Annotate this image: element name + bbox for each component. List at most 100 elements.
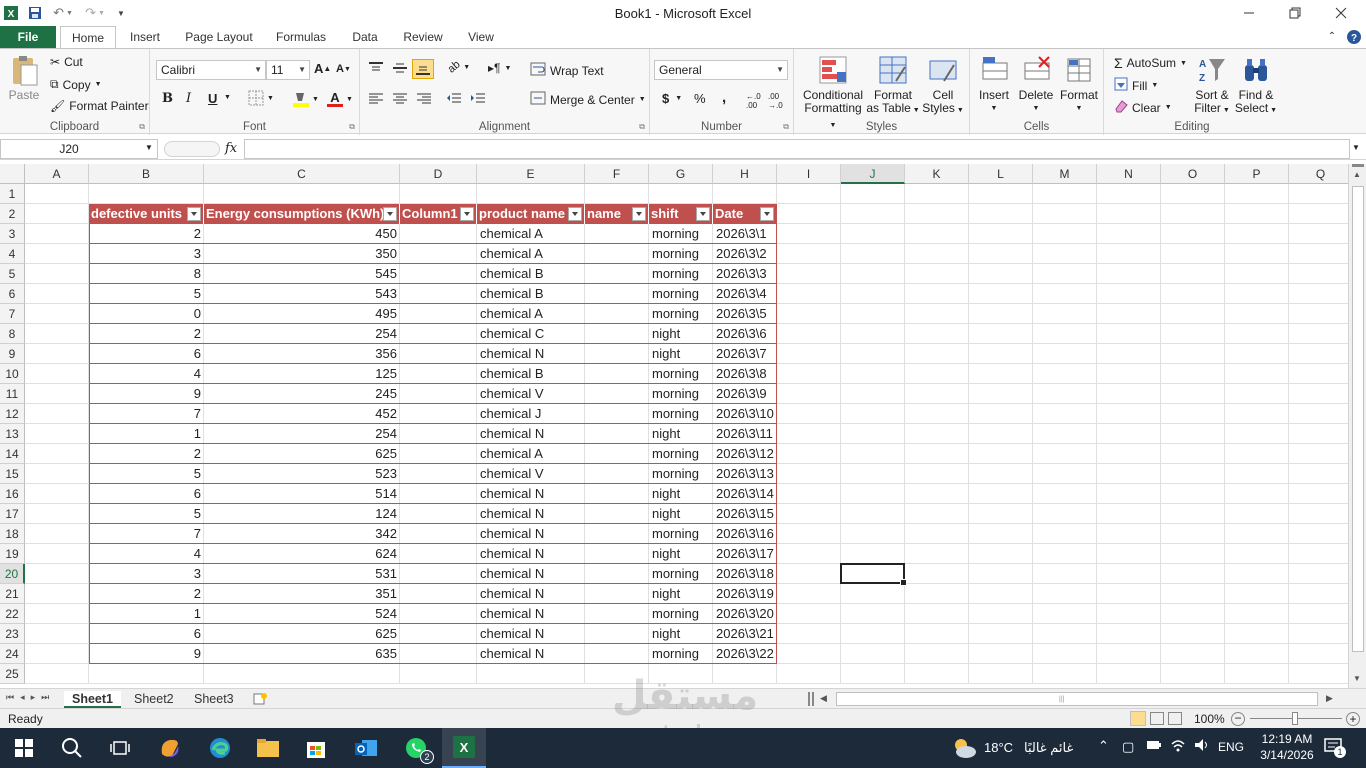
- table-cell[interactable]: 6: [89, 624, 204, 644]
- table-cell[interactable]: 2026\3\22: [713, 644, 777, 664]
- bottom-align-icon[interactable]: [412, 59, 434, 79]
- table-cell[interactable]: 8: [89, 264, 204, 284]
- row-header[interactable]: 25: [0, 664, 25, 684]
- row-header[interactable]: 1: [0, 184, 25, 204]
- table-cell[interactable]: night: [649, 324, 713, 344]
- currency-button[interactable]: $ ▼: [662, 91, 682, 106]
- table-cell[interactable]: 2026\3\7: [713, 344, 777, 364]
- table-cell[interactable]: chemical B: [477, 284, 585, 304]
- insert-cells-button[interactable]: Insert ▼: [974, 55, 1014, 115]
- row-header[interactable]: 23: [0, 624, 25, 644]
- help-icon[interactable]: ?: [1344, 26, 1364, 48]
- decrease-decimal-icon[interactable]: .00 →.0: [768, 92, 783, 110]
- battery-icon[interactable]: [1146, 739, 1162, 754]
- close-button[interactable]: [1318, 0, 1364, 26]
- excel-taskbar-button[interactable]: X: [442, 728, 486, 768]
- zoom-level[interactable]: 100%: [1194, 712, 1225, 726]
- underline-button[interactable]: U: [208, 91, 217, 106]
- table-cell[interactable]: 2: [89, 584, 204, 604]
- table-cell[interactable]: 2026\3\1: [713, 224, 777, 244]
- table-cell[interactable]: morning: [649, 304, 713, 324]
- table-cell[interactable]: 2026\3\10: [713, 404, 777, 424]
- search-icon[interactable]: [58, 734, 86, 762]
- table-cell[interactable]: morning: [649, 264, 713, 284]
- row-header[interactable]: 8: [0, 324, 25, 344]
- table-cell[interactable]: 524: [204, 604, 400, 624]
- spreadsheet-grid[interactable]: A B C D E F G H I J K L M N O P Q 1 2 3 4 5 6 7 8 9 10 11 12 13 14 15 16…: [0, 164, 1348, 688]
- table-cell[interactable]: 356: [204, 344, 400, 364]
- table-cell[interactable]: [585, 604, 649, 624]
- split-box[interactable]: [1352, 164, 1364, 167]
- column-header[interactable]: F: [585, 164, 649, 184]
- merge-center-button[interactable]: Merge & Center ▼: [530, 91, 646, 108]
- table-cell[interactable]: 514: [204, 484, 400, 504]
- tab-home[interactable]: Home: [60, 26, 116, 49]
- table-cell[interactable]: [585, 544, 649, 564]
- table-cell[interactable]: [585, 584, 649, 604]
- table-cell[interactable]: [400, 524, 477, 544]
- cut-button[interactable]: ✂ Cut: [50, 55, 83, 69]
- table-cell[interactable]: [585, 324, 649, 344]
- autosum-button[interactable]: Σ AutoSum ▼: [1114, 55, 1187, 71]
- table-cell[interactable]: chemical N: [477, 344, 585, 364]
- table-cell[interactable]: [400, 404, 477, 424]
- number-format-combo[interactable]: General ▼: [654, 60, 788, 80]
- table-cell[interactable]: 1: [89, 604, 204, 624]
- table-cell[interactable]: 350: [204, 244, 400, 264]
- increase-decimal-icon[interactable]: ←.0.00: [746, 92, 761, 110]
- decrease-indent-icon[interactable]: [446, 92, 462, 106]
- table-cell[interactable]: [400, 324, 477, 344]
- table-cell[interactable]: 2026\3\17: [713, 544, 777, 564]
- table-cell[interactable]: 0: [89, 304, 204, 324]
- table-cell[interactable]: 543: [204, 284, 400, 304]
- table-cell[interactable]: chemical C: [477, 324, 585, 344]
- tab-view[interactable]: View: [460, 26, 502, 48]
- orientation-icon[interactable]: ab ▼: [446, 58, 471, 75]
- table-cell[interactable]: [585, 244, 649, 264]
- tab-formulas[interactable]: Formulas: [270, 26, 332, 48]
- table-cell[interactable]: morning: [649, 244, 713, 264]
- table-cell[interactable]: chemical N: [477, 524, 585, 544]
- row-header[interactable]: 18: [0, 524, 25, 544]
- tab-page-layout[interactable]: Page Layout: [180, 26, 258, 48]
- font-color-icon[interactable]: A ▼: [326, 90, 353, 108]
- clock[interactable]: 12:19 AM 3/14/2026: [1256, 732, 1318, 762]
- table-header-cell[interactable]: shift: [649, 204, 713, 224]
- sort-filter-button[interactable]: AZ Sort & Filter ▼: [1192, 55, 1232, 117]
- table-cell[interactable]: [585, 464, 649, 484]
- table-cell[interactable]: 7: [89, 524, 204, 544]
- table-cell[interactable]: [400, 284, 477, 304]
- table-cell[interactable]: 254: [204, 324, 400, 344]
- table-cell[interactable]: [585, 304, 649, 324]
- formula-input[interactable]: [244, 139, 1350, 159]
- sheet-nav-icon[interactable]: ⏮◂▸⏭: [6, 692, 55, 703]
- insert-sheet-icon[interactable]: [252, 692, 268, 709]
- table-cell[interactable]: chemical N: [477, 604, 585, 624]
- task-view-icon[interactable]: [106, 734, 134, 762]
- table-header-cell[interactable]: Column1: [400, 204, 477, 224]
- row-header[interactable]: 21: [0, 584, 25, 604]
- tray-chevron-icon[interactable]: ⌃: [1098, 738, 1109, 754]
- middle-align-icon[interactable]: [392, 61, 408, 75]
- tab-data[interactable]: Data: [344, 26, 386, 48]
- column-header[interactable]: I: [777, 164, 841, 184]
- bold-button[interactable]: B: [162, 91, 173, 106]
- copilot-icon[interactable]: [156, 734, 184, 762]
- language-indicator[interactable]: ENG: [1218, 740, 1244, 754]
- table-cell[interactable]: [400, 644, 477, 664]
- table-cell[interactable]: 2: [89, 224, 204, 244]
- page-layout-view-icon[interactable]: [1150, 712, 1164, 725]
- weather-icon[interactable]: [950, 734, 978, 762]
- row-header[interactable]: 24: [0, 644, 25, 664]
- selected-cell[interactable]: [840, 563, 907, 586]
- row-header[interactable]: 13: [0, 424, 25, 444]
- table-cell[interactable]: 2: [89, 444, 204, 464]
- filter-dropdown-icon[interactable]: [760, 207, 774, 221]
- row-header[interactable]: 20: [0, 564, 25, 584]
- column-header[interactable]: Q: [1289, 164, 1348, 184]
- row-header[interactable]: 22: [0, 604, 25, 624]
- row-header[interactable]: 11: [0, 384, 25, 404]
- minimize-ribbon-icon[interactable]: ⌃: [1322, 26, 1342, 48]
- table-cell[interactable]: 351: [204, 584, 400, 604]
- table-cell[interactable]: chemical J: [477, 404, 585, 424]
